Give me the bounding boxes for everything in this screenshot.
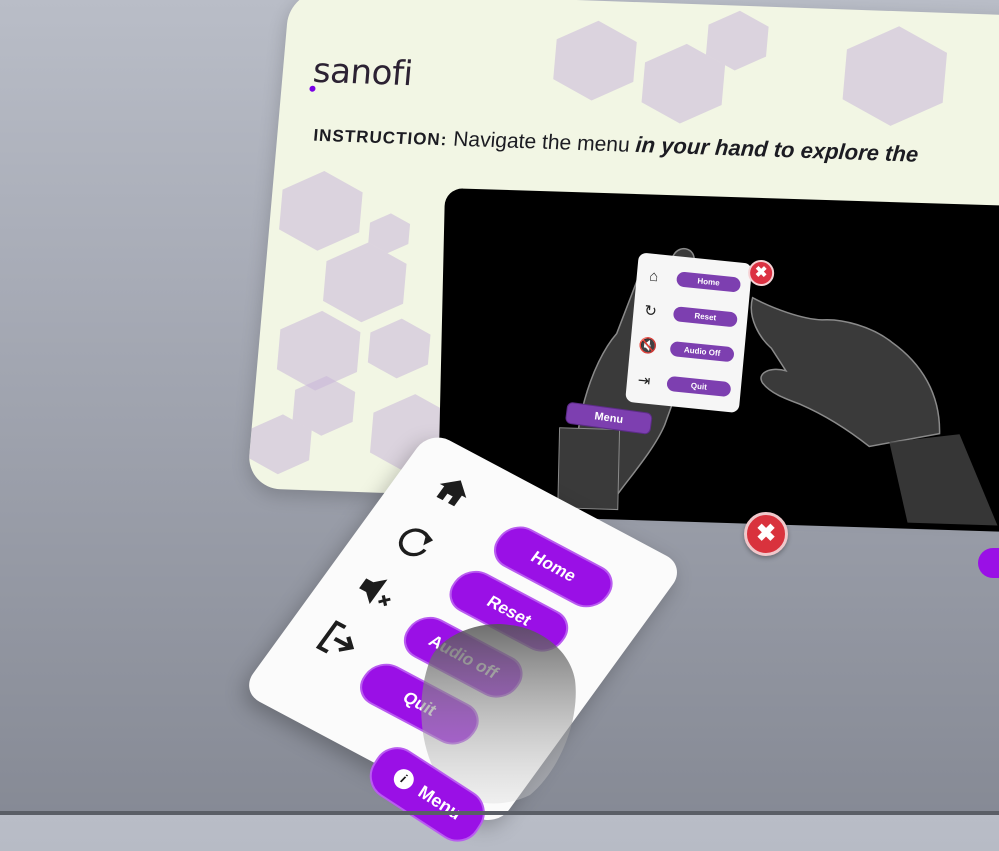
audio-off-icon <box>359 578 391 607</box>
brand-logo: sanofi <box>311 50 415 95</box>
reset-icon <box>398 528 434 557</box>
reset-icon: ↻ <box>643 302 658 321</box>
video-quit-button: Quit <box>666 375 732 398</box>
instruction-plain: Navigate the menu <box>452 127 631 157</box>
offscreen-button[interactable] <box>978 548 999 578</box>
home-icon: ⌂ <box>648 267 660 286</box>
instruction-label: INSTRUCTION: <box>312 125 449 150</box>
video-reset-button: Reset <box>672 306 738 328</box>
close-menu-icon[interactable]: ✖ <box>744 512 788 556</box>
info-icon: i <box>389 765 418 793</box>
quit-icon <box>315 620 355 654</box>
quit-icon: ⇥ <box>637 371 652 391</box>
menu-toggle-label: Menu <box>414 780 466 824</box>
video-hand-menu: ⌂ Home ↻ Reset 🔇 Audio Off ⇥ Quit <box>625 252 753 414</box>
bottom-strip <box>0 811 999 815</box>
video-menu-row-quit: ⇥ Quit <box>632 371 737 399</box>
video-home-button: Home <box>676 271 742 293</box>
video-menu-row-audio: 🔇 Audio Off <box>636 337 741 365</box>
video-audio-off-button: Audio Off <box>669 340 735 363</box>
audio-off-icon: 🔇 <box>637 336 658 356</box>
video-menu-row-reset: ↻ Reset <box>639 302 744 330</box>
video-menu-row-home: ⌂ Home <box>642 267 747 295</box>
home-icon <box>436 480 467 507</box>
